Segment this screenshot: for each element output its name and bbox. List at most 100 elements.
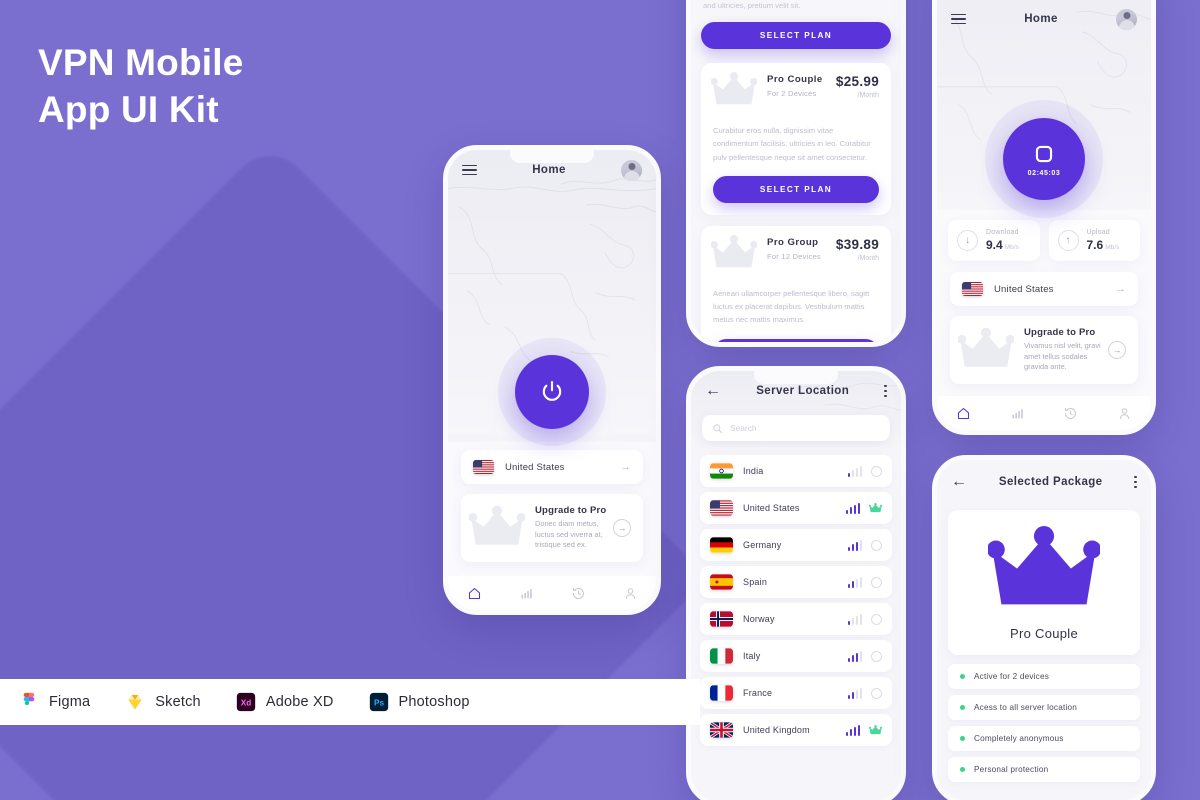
adobe-xd-icon: Xd bbox=[236, 692, 255, 712]
history-icon[interactable] bbox=[571, 586, 586, 601]
hamburger-icon[interactable] bbox=[951, 13, 966, 25]
server-name: United Kingdom bbox=[743, 725, 810, 735]
country-card[interactable]: United States → bbox=[950, 272, 1138, 306]
radio-unselected[interactable] bbox=[871, 613, 882, 625]
country-card[interactable]: United States → bbox=[461, 450, 643, 484]
stop-button[interactable]: 02:45:03 bbox=[1003, 118, 1085, 200]
plan-description: Curabitur eros nulla, dignissim vitae co… bbox=[713, 126, 871, 162]
crown-selected-icon[interactable] bbox=[869, 502, 882, 513]
server-name: Norway bbox=[743, 614, 775, 624]
upgrade-pro-card[interactable]: Upgrade to Pro Donec diam metus, luctus … bbox=[461, 494, 643, 563]
radio-unselected[interactable] bbox=[871, 687, 882, 699]
home-icon[interactable] bbox=[956, 406, 971, 421]
photoshop-icon: Ps bbox=[369, 692, 388, 712]
arrow-right-icon[interactable]: → bbox=[1108, 341, 1126, 360]
connection-timer: 02:45:03 bbox=[1027, 170, 1061, 177]
tool-sketch[interactable]: Sketch bbox=[124, 691, 201, 713]
upload-label: Upload bbox=[1086, 229, 1110, 236]
profile-icon[interactable] bbox=[623, 586, 638, 601]
profile-icon[interactable] bbox=[1117, 406, 1132, 421]
signal-bars-icon bbox=[845, 502, 860, 514]
flag-es bbox=[710, 574, 733, 590]
radio-unselected[interactable] bbox=[871, 539, 882, 551]
server-name: United States bbox=[743, 503, 800, 513]
plan-devices: For 12 Devices bbox=[767, 251, 821, 261]
plan-teaser-text: and ultricies, pretium velit sit. bbox=[703, 1, 801, 10]
crown-selected-icon[interactable] bbox=[869, 724, 882, 735]
power-halo bbox=[498, 338, 606, 446]
crown-icon bbox=[711, 72, 757, 105]
home-icon[interactable] bbox=[467, 586, 482, 601]
list-item[interactable]: France bbox=[700, 677, 892, 709]
connected-screen: Home 02:45:03 ↓ Download 9.4 Mb/s ↑ Uplo… bbox=[937, 0, 1151, 430]
upgrade-title: Upgrade to Pro bbox=[535, 505, 607, 516]
feature-text: Personal protection bbox=[974, 764, 1049, 774]
connected-appbar: Home bbox=[937, 0, 1151, 39]
pricing-screen: and ultricies, pretium velit sit. SELECT… bbox=[691, 0, 901, 342]
plan-card-pro-couple[interactable]: Pro Couple For 2 Devices $25.99 /Month C… bbox=[701, 63, 891, 215]
kebab-menu-icon[interactable] bbox=[1134, 475, 1137, 489]
user-avatar[interactable] bbox=[1116, 8, 1137, 30]
download-stat-card: ↓ Download 9.4 Mb/s bbox=[948, 220, 1040, 261]
plan-card-pro-group[interactable]: Pro Group For 12 Devices $39.89 /Month A… bbox=[701, 225, 891, 342]
signal-bars-icon bbox=[847, 613, 862, 625]
list-item[interactable]: Italy bbox=[700, 640, 892, 672]
plan-price: $39.89 bbox=[835, 236, 879, 252]
list-item[interactable]: United States bbox=[700, 492, 892, 524]
list-item[interactable]: Germany bbox=[700, 529, 892, 561]
tool-figma[interactable]: Figma bbox=[18, 691, 90, 713]
page-title-home: Home bbox=[1024, 13, 1058, 25]
search-input[interactable]: Search bbox=[702, 415, 890, 441]
plan-period: /Month bbox=[857, 92, 879, 99]
bars-icon[interactable] bbox=[1010, 406, 1025, 421]
tool-photoshop[interactable]: Ps Photoshop bbox=[368, 691, 470, 713]
country-name: United States bbox=[505, 461, 565, 473]
crown-icon bbox=[711, 234, 757, 268]
list-item[interactable]: Spain bbox=[700, 566, 892, 598]
list-item[interactable]: United Kingdom bbox=[700, 714, 892, 746]
back-arrow-icon[interactable]: ← bbox=[951, 474, 967, 490]
selected-package-screen: ← Selected Package Pro Couple Active for… bbox=[937, 460, 1151, 800]
phone-server-location: ← Server Location Search India United St… bbox=[686, 366, 906, 800]
signal-bars-icon bbox=[847, 650, 862, 662]
power-button[interactable] bbox=[515, 355, 589, 429]
home-screen: Home United States → Upgrade to Pro Done… bbox=[448, 150, 656, 610]
arrow-up-icon: ↑ bbox=[1057, 230, 1079, 251]
tool-adobe-xd[interactable]: Xd Adobe XD bbox=[235, 691, 334, 713]
list-item[interactable]: Norway bbox=[700, 603, 892, 635]
select-plan-button[interactable]: SELECT PLAN bbox=[701, 22, 891, 49]
history-icon[interactable] bbox=[1063, 406, 1078, 421]
server-name: Italy bbox=[743, 651, 761, 661]
radio-unselected[interactable] bbox=[871, 465, 882, 477]
kebab-menu-icon[interactable] bbox=[884, 384, 887, 398]
country-name: United States bbox=[994, 283, 1054, 295]
flag-de bbox=[710, 537, 733, 553]
sketch-icon bbox=[128, 695, 142, 710]
hamburger-icon[interactable] bbox=[462, 164, 477, 176]
page-title-server-location: Server Location bbox=[756, 385, 850, 397]
upgrade-title: Upgrade to Pro bbox=[1024, 327, 1096, 338]
list-item: Completely anonymous bbox=[948, 725, 1140, 751]
back-arrow-icon[interactable]: ← bbox=[705, 383, 721, 399]
list-item[interactable]: India bbox=[700, 455, 892, 487]
arrow-right-icon[interactable]: → bbox=[613, 519, 631, 538]
radio-unselected[interactable] bbox=[871, 650, 882, 662]
bars-icon[interactable] bbox=[519, 586, 534, 601]
radio-unselected[interactable] bbox=[871, 576, 882, 588]
flag-us bbox=[710, 500, 733, 516]
signal-bars-icon bbox=[847, 687, 862, 699]
flag-gb bbox=[710, 722, 733, 738]
upgrade-pro-card[interactable]: Upgrade to Pro Vivamus nisl velit, gravi… bbox=[950, 316, 1138, 385]
upload-stat-card: ↑ Upload 7.6 Mb/s bbox=[1048, 220, 1140, 261]
user-avatar[interactable] bbox=[621, 159, 642, 181]
phone-notch bbox=[510, 150, 594, 163]
server-name: Spain bbox=[743, 577, 768, 587]
select-plan-button[interactable]: SELECT PLAN bbox=[713, 175, 879, 203]
page-title-selected-package: Selected Package bbox=[998, 476, 1103, 488]
select-plan-button[interactable]: SELECT PLAN bbox=[713, 338, 879, 342]
page-title-line2: App UI Kit bbox=[38, 88, 219, 130]
tools-bar: Figma Sketch Xd Adobe XD Ps Photoshop bbox=[0, 679, 700, 725]
server-name: France bbox=[743, 688, 773, 698]
server-list[interactable]: India United States Germany Spain Norway… bbox=[691, 449, 901, 800]
speed-stats: ↓ Download 9.4 Mb/s ↑ Upload 7.6 Mb/s bbox=[937, 220, 1151, 261]
